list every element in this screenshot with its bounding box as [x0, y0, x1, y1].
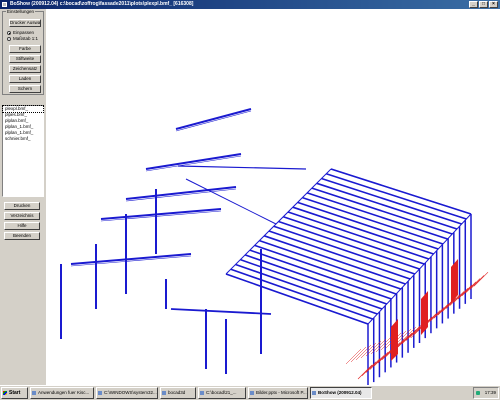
drawing-canvas[interactable]: [46, 9, 500, 385]
line-width-button[interactable]: Stiftweite: [9, 55, 41, 63]
frame-beam-edge: [100, 210, 222, 222]
facade-opening: [421, 291, 428, 335]
frame-beam-edge: [125, 188, 237, 202]
dimension-line: [469, 275, 485, 290]
close-icon[interactable]: ×: [489, 1, 498, 8]
roof-purlin: [268, 230, 411, 280]
taskbar-item-label: BoShow (200912.04): [318, 390, 362, 395]
roof-purlin: [249, 249, 392, 300]
taskbar-item[interactable]: Bilder.pptx - Microsoft P...: [248, 387, 308, 399]
rafter: [185, 178, 277, 225]
dimension-line: [375, 336, 392, 353]
system-tray: 17:39: [473, 387, 499, 399]
taskbar-item[interactable]: bocad3d: [160, 387, 196, 399]
dimension-line: [345, 348, 362, 365]
taskbar-item[interactable]: Anwendungen fuer Kisc...: [30, 387, 94, 399]
task-icon: [200, 391, 204, 395]
steel-structure-drawing: [60, 108, 489, 385]
frame-beam-edge: [145, 155, 242, 172]
dimension-line: [350, 346, 367, 363]
exit-button[interactable]: Beenden: [4, 232, 40, 240]
radio-scale-dot[interactable]: [7, 36, 11, 41]
task-icon: [32, 391, 36, 395]
print-button[interactable]: Drucken: [4, 202, 40, 210]
title-bar[interactable]: BoShow (200912.04) c:\bocad\zoffrog\fass…: [0, 0, 500, 9]
save-button[interactable]: Schern: [9, 85, 41, 93]
settings-group-label: Einstellungen: [6, 9, 36, 14]
dimension-line: [465, 278, 481, 293]
taskbar-item-label: Bilder.pptx - Microsoft P...: [256, 390, 307, 395]
task-icon: [312, 391, 316, 395]
minimize-icon[interactable]: _: [469, 1, 478, 8]
radio-fit-dot[interactable]: [7, 30, 11, 35]
window-title: BoShow (200912.04) c:\bocad\zoffrog\fass…: [10, 1, 194, 7]
task-icon: [98, 391, 102, 395]
dimension-line: [461, 281, 477, 297]
roof-purlin: [259, 239, 402, 290]
taskbar-item-label: C:\bocad\21_...: [206, 390, 237, 395]
clock: 17:39: [484, 390, 496, 395]
taskbar-item[interactable]: C:\WINDOWS\system32...: [96, 387, 158, 399]
radio-scale-label: Maßstab 1:1: [13, 36, 39, 41]
start-label: Start: [9, 390, 21, 396]
radio-scale[interactable]: Maßstab 1:1: [7, 36, 38, 41]
file-list[interactable]: plexpl.bmf_ plpes.bmf_ plplan.bmf_ plpla…: [2, 105, 44, 197]
taskbar-item-label: bocad3d: [168, 390, 186, 395]
dimension-line: [473, 271, 489, 287]
taskbar-item-active[interactable]: BoShow (200912.04): [310, 387, 372, 399]
help-button[interactable]: Hilfe: [4, 222, 40, 230]
directory-button[interactable]: Verzeichnis: [4, 212, 40, 220]
frame-beam: [100, 208, 222, 220]
roof-purlin: [263, 235, 406, 285]
dimension-line: [357, 364, 373, 380]
roof-purlin: [235, 263, 378, 315]
roof-purlin: [254, 244, 397, 295]
frame-beam: [125, 186, 237, 200]
app-icon: [2, 2, 7, 7]
frame-beam-edge: [70, 255, 192, 267]
taskbar-item-label: Anwendungen fuer Kisc...: [38, 390, 90, 395]
frame-beam-edge: [175, 110, 252, 132]
facade-opening: [451, 259, 458, 303]
load-button[interactable]: Laden: [9, 75, 41, 83]
radio-fit-label: Einpassen: [13, 30, 35, 35]
bracing-member: [170, 308, 272, 315]
roof-purlin: [230, 268, 373, 320]
task-icon: [162, 391, 166, 395]
windows-flag-icon: [3, 391, 7, 395]
start-button[interactable]: Start: [1, 387, 28, 399]
list-item[interactable]: schnier.bmf_: [3, 136, 43, 142]
taskbar: Start Anwendungen fuer Kisc... C:\WINDOW…: [0, 385, 500, 400]
dimension-line: [369, 355, 385, 370]
taskbar-item[interactable]: C:\bocad\21_...: [198, 387, 246, 399]
dimension-line: [425, 310, 441, 325]
left-panel: Einstellungen Drucker Auswahl Einpassen …: [0, 9, 46, 385]
settings-group: Einstellungen Drucker Auswahl Einpassen …: [2, 9, 44, 95]
select-printer-button[interactable]: Drucker Auswahl: [9, 19, 41, 27]
color-button[interactable]: Farbe: [9, 45, 41, 53]
tray-icon: [476, 391, 480, 395]
charset-button[interactable]: Zeichensatz: [9, 65, 41, 73]
rafter: [177, 165, 307, 170]
maximize-icon[interactable]: □: [479, 1, 488, 8]
taskbar-item-label: C:\WINDOWS\system32...: [104, 390, 157, 395]
frame-beam: [70, 253, 192, 265]
task-icon: [250, 391, 254, 395]
radio-fit[interactable]: Einpassen: [7, 30, 34, 35]
roof-edge: [225, 273, 369, 325]
frame-beam: [175, 108, 252, 130]
roof-purlin: [244, 254, 387, 305]
dimension-line: [437, 300, 453, 316]
